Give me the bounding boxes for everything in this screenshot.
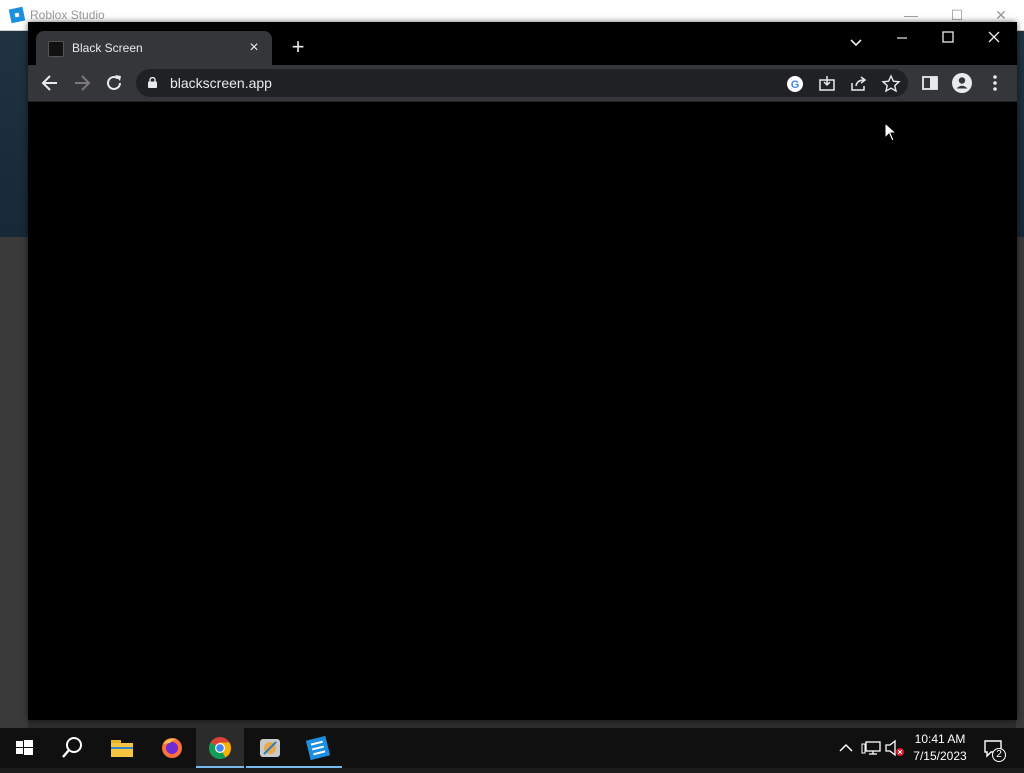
google-lens-icon[interactable]: G xyxy=(784,73,806,95)
tab-close-button[interactable]: × xyxy=(244,38,264,58)
svg-text:G: G xyxy=(791,79,800,91)
chrome-button[interactable] xyxy=(196,728,244,768)
start-button[interactable] xyxy=(0,728,48,768)
tab-black-screen[interactable]: Black Screen × xyxy=(36,31,272,65)
file-explorer-button[interactable] xyxy=(98,728,146,768)
black-screen-page[interactable] xyxy=(28,102,1017,720)
start-icon xyxy=(16,740,33,755)
roblox-left-panel xyxy=(0,237,28,728)
notification-count-badge: 2 xyxy=(992,748,1006,762)
profile-icon[interactable] xyxy=(950,71,974,95)
roblox-studio-icon xyxy=(305,735,331,761)
paint-icon xyxy=(260,739,280,757)
url-text[interactable]: blackscreen.app xyxy=(170,75,272,91)
taskbar: 10:41 AM 7/15/2023 2 xyxy=(0,728,1024,768)
side-panel-icon[interactable] xyxy=(918,71,942,95)
browser-toolbar: blackscreen.app G xyxy=(28,65,1017,102)
reload-icon xyxy=(107,75,121,90)
forward-icon xyxy=(75,75,91,91)
close-button[interactable] xyxy=(971,22,1017,54)
minimize-button[interactable] xyxy=(879,22,925,54)
share-icon[interactable] xyxy=(848,73,870,95)
maximize-icon xyxy=(942,31,954,43)
install-app-icon[interactable] xyxy=(816,73,838,95)
minimize-icon xyxy=(897,37,907,39)
paint-button[interactable] xyxy=(246,728,294,768)
file-explorer-icon xyxy=(111,740,133,757)
roblox-right-panel xyxy=(1016,237,1024,728)
network-icon[interactable] xyxy=(860,738,882,758)
clock-time[interactable]: 10:41 AM xyxy=(912,732,968,746)
back-icon xyxy=(41,75,57,91)
new-tab-button[interactable]: + xyxy=(286,36,310,60)
firefox-icon xyxy=(162,738,182,758)
roblox-studio-logo-icon xyxy=(8,6,26,24)
bookmark-star-icon[interactable] xyxy=(880,73,902,95)
back-button[interactable] xyxy=(36,69,64,97)
reload-button[interactable] xyxy=(100,69,128,97)
tab-favicon-icon xyxy=(48,41,64,57)
roblox-window-title: Roblox Studio xyxy=(30,8,105,22)
clock-date[interactable]: 7/15/2023 xyxy=(910,749,970,763)
chrome-window: Black Screen × + blackscreen.app G xyxy=(28,22,1017,720)
tab-title: Black Screen xyxy=(72,41,143,55)
roblox-studio-button[interactable] xyxy=(294,728,342,768)
close-icon xyxy=(988,31,1000,43)
search-button[interactable] xyxy=(48,728,96,768)
forward-button[interactable] xyxy=(68,69,96,97)
firefox-button[interactable] xyxy=(148,728,196,768)
show-hidden-icons-chevron-up-icon[interactable] xyxy=(836,738,856,758)
chevron-down-icon xyxy=(850,39,862,47)
tab-strip[interactable]: Black Screen × + xyxy=(28,22,1017,65)
tab-search-button[interactable] xyxy=(842,28,870,56)
address-bar[interactable]: blackscreen.app G xyxy=(136,69,908,97)
mouse-cursor-icon xyxy=(884,122,898,142)
maximize-button[interactable] xyxy=(925,22,971,54)
lock-icon[interactable] xyxy=(148,77,157,88)
volume-muted-icon[interactable] xyxy=(884,738,906,758)
chrome-icon xyxy=(209,737,231,759)
menu-icon[interactable] xyxy=(983,71,1007,95)
search-icon xyxy=(62,737,82,758)
